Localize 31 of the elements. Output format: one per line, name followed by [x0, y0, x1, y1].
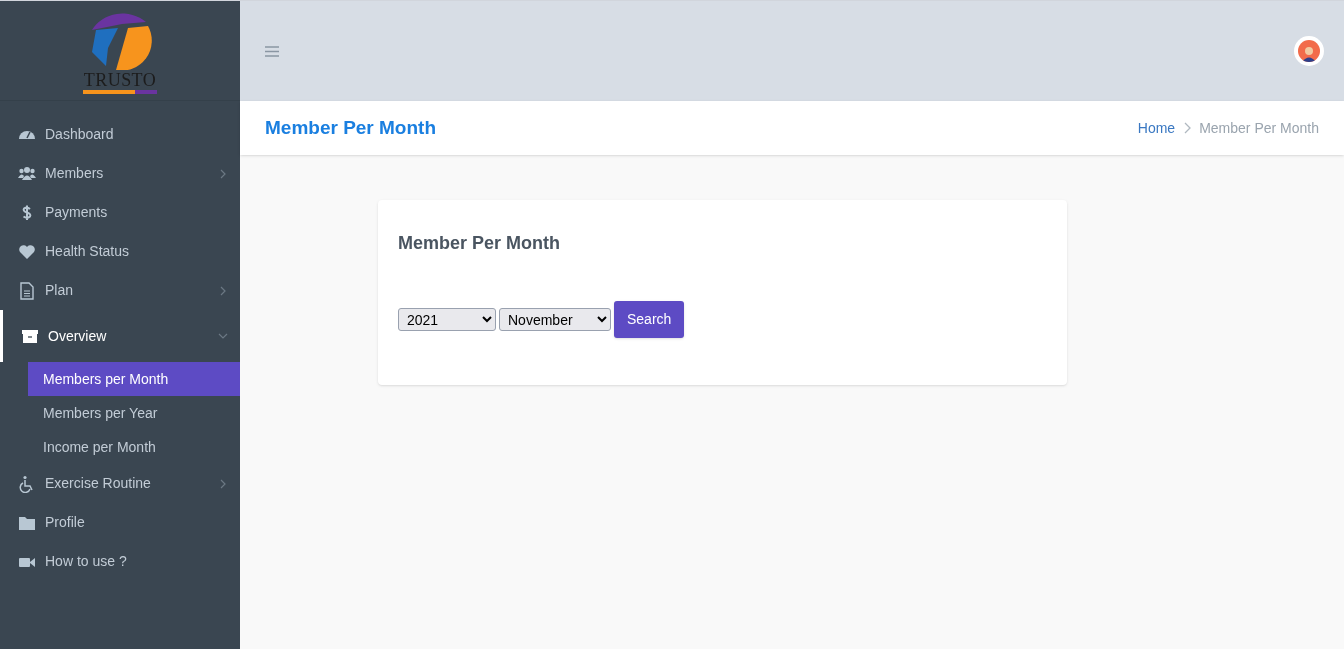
person-silhouette-icon: [1301, 44, 1317, 62]
search-button[interactable]: Search: [614, 301, 685, 338]
year-select[interactable]: 2021: [398, 308, 496, 331]
month-select[interactable]: November: [499, 308, 611, 331]
submenu-item[interactable]: Members per Month: [28, 362, 240, 396]
chevron-down-icon: [218, 331, 228, 341]
chevron-right-icon: [218, 285, 228, 296]
heart-icon: [18, 242, 36, 261]
document-icon: [18, 281, 36, 300]
sidebar-item[interactable]: Profile: [0, 503, 240, 542]
user-avatar[interactable]: [1294, 36, 1324, 66]
sidebar-item[interactable]: Exercise Routine: [0, 464, 240, 503]
archive-box-icon: [21, 327, 39, 345]
sidebar-item[interactable]: Plan: [0, 271, 240, 310]
sidebar-item[interactable]: Payments: [0, 193, 240, 232]
chevron-right-icon: [1183, 122, 1192, 134]
chevron-right-icon: [218, 478, 228, 489]
breadcrumb-current: Member Per Month: [1199, 118, 1319, 138]
wheelchair-icon: [18, 474, 36, 493]
submenu-item[interactable]: Members per Year: [28, 396, 240, 430]
sidebar-item[interactable]: Members: [0, 154, 240, 193]
sidebar-item[interactable]: Health Status: [0, 232, 240, 271]
sidebar-item[interactable]: Dashboard: [0, 115, 240, 154]
menu-icon: [265, 45, 279, 57]
page-title: Member Per Month: [265, 115, 437, 140]
sidebar-item[interactable]: How to use ?: [0, 542, 240, 581]
card-title: Member Per Month: [398, 232, 562, 255]
breadcrumb-link[interactable]: Home: [1137, 117, 1176, 139]
submenu-item[interactable]: Income per Month: [28, 430, 240, 464]
chevron-right-icon: [218, 168, 228, 179]
users-icon: [18, 164, 36, 183]
